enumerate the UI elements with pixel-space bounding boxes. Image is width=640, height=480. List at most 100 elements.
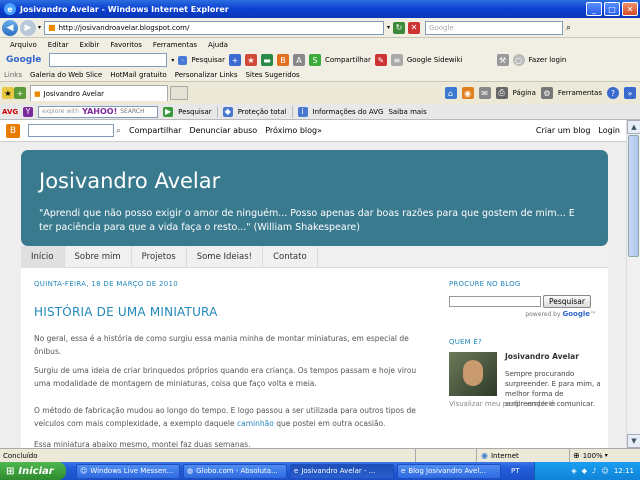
research-icon[interactable]: » <box>624 87 636 99</box>
proximo-blog-link[interactable]: Próximo blog» <box>265 126 322 135</box>
favorites-star-icon[interactable]: ★ <box>2 87 14 99</box>
menu-editar[interactable]: Editar <box>48 41 69 49</box>
taskbar-josivandro[interactable]: e Josivandro Avelar - ... <box>290 463 394 479</box>
blogger-search-input[interactable] <box>28 124 114 137</box>
menu-arquivo[interactable]: Arquivo <box>10 41 37 49</box>
address-dropdown-icon[interactable]: ▾ <box>387 24 390 31</box>
ie-icon: e <box>401 467 406 475</box>
nav-contato[interactable]: Contato <box>263 246 318 267</box>
links-item-sites[interactable]: Sites Sugeridos <box>245 71 299 79</box>
vertical-scrollbar[interactable]: ▲ ▼ <box>626 120 640 448</box>
menu-ajuda[interactable]: Ajuda <box>208 41 228 49</box>
criar-blog-link[interactable]: Criar um blog <box>536 126 591 135</box>
nav-projetos[interactable]: Projetos <box>132 246 187 267</box>
close-button[interactable]: ✕ <box>622 2 638 16</box>
avg-info-button[interactable]: Informações do AVG <box>313 108 384 116</box>
sidewiki-button[interactable]: Google Sidewiki <box>407 56 463 64</box>
menu-ferramentas[interactable]: Ferramentas <box>153 41 197 49</box>
taskbar-globo[interactable]: ◍ Globo.com - Absoluta... <box>183 463 287 479</box>
links-item-galeria[interactable]: Galeria do Web Slice <box>30 71 102 79</box>
blog-search-button[interactable]: Pesquisar <box>543 295 591 308</box>
pagina-menu[interactable]: Página <box>513 89 536 97</box>
minimize-button[interactable]: _ <box>586 2 602 16</box>
translate-icon[interactable]: A <box>292 54 305 66</box>
tab-josivandro[interactable]: ■ Josivandro Avelar <box>30 85 168 101</box>
protecao-total-button[interactable]: Proteção total <box>238 108 287 116</box>
nav-sobre-mim[interactable]: Sobre mim <box>65 246 132 267</box>
forward-button[interactable]: ▶ <box>20 19 36 36</box>
back-button[interactable]: ◀ <box>2 19 18 36</box>
links-item-personalizar[interactable]: Personalizar Links <box>175 71 238 79</box>
scroll-thumb[interactable] <box>628 135 639 257</box>
avg-logo[interactable]: AVG <box>2 108 18 116</box>
post-paragraph: O método de fabricação mudou ao longo do… <box>34 404 432 430</box>
search-placeholder: Google <box>429 23 454 32</box>
blog-body: QUINTA-FEIRA, 18 DE MARÇO DE 2010 HISTÓR… <box>21 268 608 448</box>
google-search-input[interactable] <box>49 53 168 67</box>
language-indicator[interactable]: PT <box>511 467 520 475</box>
blogger-search-icon[interactable]: ⌕ <box>116 126 121 136</box>
stop-icon[interactable]: ✕ <box>408 21 421 34</box>
zoom-level[interactable]: 100% <box>583 452 603 460</box>
refresh-icon[interactable]: ↻ <box>393 21 406 34</box>
new-tab-button[interactable] <box>170 86 188 100</box>
fazer-login-button[interactable]: Fazer login <box>529 56 567 64</box>
denunciar-link[interactable]: Denunciar abuso <box>189 126 257 135</box>
nav-inicio[interactable]: Início <box>21 246 65 267</box>
options-icon[interactable]: ≡ <box>390 54 403 66</box>
blogger-icon[interactable]: B <box>276 54 289 66</box>
login-link[interactable]: Login <box>598 126 620 135</box>
blogger-logo-icon[interactable]: B <box>6 123 20 138</box>
share-icon[interactable]: S <box>308 54 321 66</box>
compartilhar-link[interactable]: Compartilhar <box>129 126 181 135</box>
tray-network-icon[interactable]: ◈ <box>571 467 576 475</box>
home-icon[interactable]: ⌂ <box>444 87 457 99</box>
tray-avg-icon[interactable]: ◆ <box>582 467 587 475</box>
scroll-down-icon[interactable]: ▼ <box>627 434 640 448</box>
avatar[interactable] <box>449 352 497 396</box>
tab-title: Josivandro Avelar <box>43 89 105 98</box>
search-icon[interactable]: ⌕ <box>566 23 571 33</box>
search-input[interactable]: Google <box>425 20 564 35</box>
bookmark-icon[interactable]: ★ <box>244 54 257 66</box>
author-name[interactable]: Josivandro Avelar <box>505 352 601 361</box>
google-pesquisar-button[interactable]: Pesquisar <box>191 56 225 64</box>
print-icon[interactable]: ⎙ <box>495 87 508 99</box>
saiba-mais-button[interactable]: Saiba mais <box>388 108 426 116</box>
menu-favoritos[interactable]: Favoritos <box>110 41 142 49</box>
history-dropdown-icon[interactable]: ▾ <box>38 24 41 31</box>
google-search-dropdown-icon[interactable]: ▾ <box>171 57 174 64</box>
google-toolbar: Google ▾ · Pesquisar + ★ ▬ B A S Compart… <box>0 51 640 69</box>
address-input[interactable]: ■ http://josivandroavelar.blogspot.com/ <box>44 20 385 35</box>
menu-exibir[interactable]: Exibir <box>80 41 100 49</box>
taskbar-blog[interactable]: e Blog Josivandro Avel... <box>397 463 501 479</box>
yahoo-search-input[interactable]: explore with YAHOO! SEARCH <box>38 105 159 118</box>
taskbar-messenger[interactable]: ☺ Windows Live Messen... <box>76 463 180 479</box>
tab-favicon-icon: ■ <box>34 89 41 98</box>
search-widget-title: PROCURE NO BLOG <box>449 280 521 288</box>
highlight-icon[interactable]: ✎ <box>374 54 387 66</box>
clock[interactable]: 12:11 <box>614 467 634 475</box>
nav-some-ideias[interactable]: Some Ideias! <box>187 246 264 267</box>
tray-messenger-icon[interactable]: ☺ <box>602 467 609 475</box>
mail-icon[interactable]: ✉ <box>478 87 491 99</box>
feeds-icon[interactable]: ◉ <box>461 87 474 99</box>
caminhao-link[interactable]: caminhão <box>237 419 274 428</box>
blog-search-input[interactable] <box>449 296 541 307</box>
zoom-dropdown-icon[interactable]: ▾ <box>605 452 608 459</box>
maximize-button[interactable]: □ <box>604 2 620 16</box>
blog-title[interactable]: Josivandro Avelar <box>39 169 590 193</box>
pagerank-icon: ▬ <box>260 54 273 66</box>
ferramentas-menu[interactable]: Ferramentas <box>558 89 602 97</box>
plus-icon[interactable]: + <box>228 54 241 66</box>
links-item-hotmail[interactable]: HotMail gratuito <box>110 71 167 79</box>
start-button[interactable]: ⊞ Iniciar <box>0 462 66 480</box>
tray-volume-icon[interactable]: ♪ <box>592 467 596 475</box>
compartilhar-button[interactable]: Compartilhar <box>325 56 371 64</box>
help-icon[interactable]: ? <box>607 87 619 99</box>
post-title[interactable]: HISTÓRIA DE UMA MINIATURA <box>34 305 218 319</box>
add-favorite-icon[interactable]: + <box>14 87 26 99</box>
avg-pesquisar-button[interactable]: Pesquisar <box>178 108 212 116</box>
wrench-icon[interactable]: ⚒ <box>496 54 509 66</box>
scroll-up-icon[interactable]: ▲ <box>627 120 640 134</box>
